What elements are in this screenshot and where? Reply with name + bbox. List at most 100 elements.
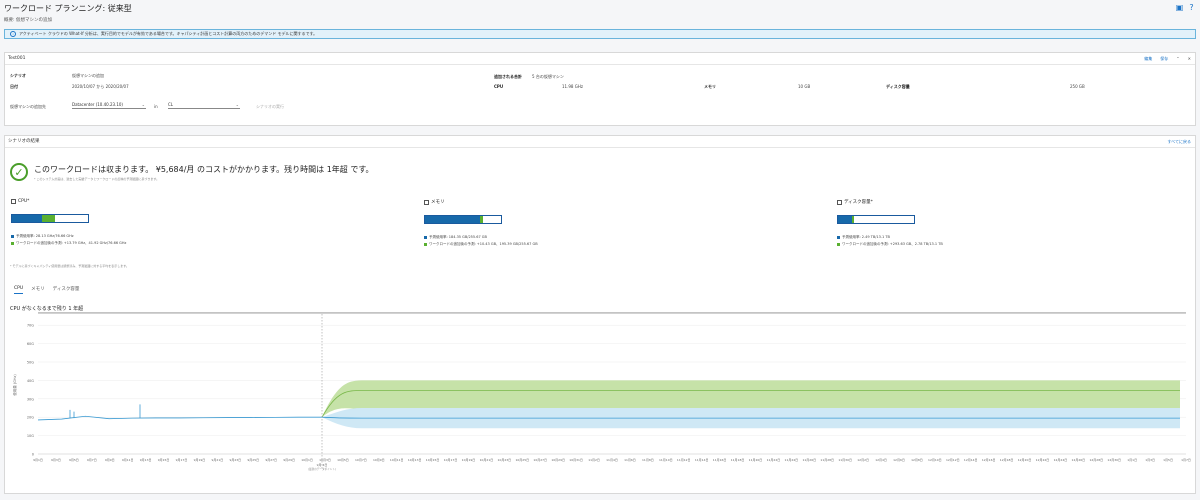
resource-line1: 予測使用率: 184.35 GB/255.67 GB	[429, 235, 487, 239]
info-banner: i アクティベート クラウドの What-If 分析は、実行目的でモデルが有効であ…	[4, 29, 1196, 39]
x-tick-label: 10月29日	[551, 458, 565, 462]
x-tick-label: 9月7日	[87, 458, 97, 462]
info-banner-text: アクティベート クラウドの What-If 分析は、実行目的でモデルが有効である…	[19, 31, 318, 36]
now-label: 9月 4日	[317, 463, 328, 467]
resource-line2: ワークロードの追加後の予測: +293.63 GB、2.78 TB/13.1 T…	[842, 242, 943, 246]
x-tick-label: 11月22日	[767, 458, 781, 462]
used-swatch	[11, 235, 14, 238]
chevron-down-icon: ⌄	[235, 102, 239, 107]
tab-memory[interactable]: メモリ	[31, 286, 45, 294]
x-tick-label: 10月1日	[301, 458, 313, 462]
x-tick-label: 9月1日	[33, 458, 43, 462]
added-total-value: 5 台の仮想マシン	[532, 74, 564, 79]
status-message: このワークロードは収まります。 ¥5,684/月 のコストがかかります。残り時間…	[34, 164, 374, 174]
x-tick-label: 11月12日	[677, 458, 691, 462]
help-icon[interactable]: ?	[1187, 3, 1196, 12]
cpu-icon	[11, 199, 16, 204]
date-value: 2020/10/07 から 2020/20/07	[72, 84, 129, 89]
x-tick-label: 12月14日	[964, 458, 978, 462]
resource-label: CPU*	[18, 199, 30, 204]
back-to-all-button[interactable]: すべてに戻る	[1167, 136, 1191, 148]
x-tick-label: 12月18日	[1000, 458, 1014, 462]
layout-icon[interactable]: ▣	[1175, 3, 1184, 12]
x-tick-label: 10月15日	[426, 458, 440, 462]
x-tick-label: 1月7日	[1181, 458, 1191, 462]
cpu-value: 11.98 GHz	[562, 84, 583, 89]
x-tick-label: 11月2日	[588, 458, 600, 462]
workload-planning-page: ワークロード プランニング: 従来型 概要: 仮想マシンの追加 ▣ ? i アクテ…	[0, 0, 1200, 500]
scenario-label: シナリオ	[10, 73, 26, 78]
capacity-footnote: * モデルに基づくキャパシティ使用量は調整済み、予測範囲に対する平均を表示します…	[10, 264, 129, 268]
added-swatch	[837, 243, 840, 246]
x-tick-label: 11月28日	[820, 458, 834, 462]
x-tick-label: 10月11日	[390, 458, 404, 462]
scenario-title: Test001	[8, 56, 26, 61]
resource-memory: メモリ 予測使用率: 184.35 GB/255.67 GB ワークロードの追加…	[424, 199, 538, 247]
date-label: 日付	[10, 84, 18, 89]
y-axis-label: 使用量 (GHz)	[12, 374, 17, 396]
run-scenario-link[interactable]: シナリオの実行	[256, 104, 284, 110]
edit-button[interactable]: 編集	[1144, 53, 1152, 65]
y-tick-label: 40G	[27, 379, 34, 383]
resource-line1: 予測使用率: 28.13 GHz/76.66 GHz	[16, 234, 74, 238]
used-swatch	[837, 236, 840, 239]
resource-disk: ディスク容量* 予測使用率: 2.49 TB/13.1 TB ワークロードの追加…	[837, 199, 943, 247]
cpu-label: CPU	[494, 84, 504, 89]
x-tick-label: 12月30日	[1107, 458, 1121, 462]
page-subtitle: 概要: 仮想マシンの追加	[4, 18, 52, 23]
x-tick-label: 12月8日	[911, 458, 923, 462]
added-segment	[41, 215, 56, 222]
x-tick-label: 10月31日	[569, 458, 583, 462]
x-tick-label: 9月15日	[158, 458, 170, 462]
collapse-icon[interactable]: ⌃	[1176, 53, 1179, 65]
cpu-forecast-chart: 0 10G 20G 30G 40G 50G 60G 70G 使用量 (GHz) 9月 4日(最新の…	[12, 312, 1191, 471]
y-tick-label: 70G	[27, 324, 34, 328]
x-tick-label: 10月7日	[355, 458, 367, 462]
x-tick-label: 12月10日	[928, 458, 942, 462]
chart-title: CPU がなくなるまで残り 1 年超	[10, 306, 84, 312]
save-button[interactable]: 保存	[1160, 53, 1168, 65]
capacity-bar	[837, 215, 915, 224]
x-tick-label: 9月11日	[122, 458, 134, 462]
result-title: シナリオの結果	[8, 139, 40, 144]
x-tick-label: 11月30日	[838, 458, 852, 462]
resource-label: ディスク容量*	[844, 200, 873, 205]
resource-line2: ワークロードの追加後の予測: +13.79 GHz、41.92 GHz/76.6…	[16, 241, 127, 245]
tab-cpu[interactable]: CPU	[14, 286, 24, 294]
x-tick-label: 12月4日	[875, 458, 887, 462]
x-tick-label: 12月16日	[982, 458, 996, 462]
capacity-bar	[424, 215, 502, 224]
x-tick-label: 1月3日	[1145, 458, 1155, 462]
datacenter-select[interactable]: Datacenter (10.40.23.10) ⌄	[72, 101, 146, 109]
disk-icon	[837, 199, 842, 205]
x-tick-label: 12月12日	[946, 458, 960, 462]
added-swatch	[11, 242, 14, 245]
x-tick-label: 9月3日	[51, 458, 61, 462]
now-sublabel: (最新のデータポイント)	[308, 467, 336, 471]
x-tick-label: 9月21日	[212, 458, 224, 462]
memory-icon	[424, 199, 429, 205]
y-tick-label: 10G	[27, 434, 34, 438]
x-tick-label: 11月26日	[802, 458, 816, 462]
x-tick-label: 11月16日	[713, 458, 727, 462]
memory-label: メモリ	[704, 84, 716, 89]
tab-disk[interactable]: ディスク容量	[53, 286, 80, 294]
x-tick-label: 9月13日	[140, 458, 152, 462]
cluster-select[interactable]: CL ⌄	[168, 101, 240, 109]
x-tick-label: 12月28日	[1089, 458, 1103, 462]
x-tick-label: 10月3日	[319, 458, 331, 462]
x-tick-label: 9月9日	[105, 458, 115, 462]
check-circle-icon: ✓	[10, 163, 28, 181]
info-icon: i	[10, 31, 16, 37]
x-tick-label: 9月5日	[69, 458, 79, 462]
resource-label: メモリ	[431, 200, 445, 205]
x-tick-label: 9月27日	[265, 458, 277, 462]
x-tick-label: 12月2日	[857, 458, 869, 462]
used-segment	[425, 216, 480, 223]
close-icon[interactable]: ✕	[1188, 53, 1191, 65]
x-tick-label: 11月8日	[642, 458, 654, 462]
x-tick-label: 10月17日	[444, 458, 458, 462]
status-note: * このシステム計画は、過去した実績データとワークロードの反映の予測範囲に基づき…	[34, 176, 160, 181]
x-tick-label: 12月6日	[893, 458, 905, 462]
added-segment	[479, 216, 483, 223]
